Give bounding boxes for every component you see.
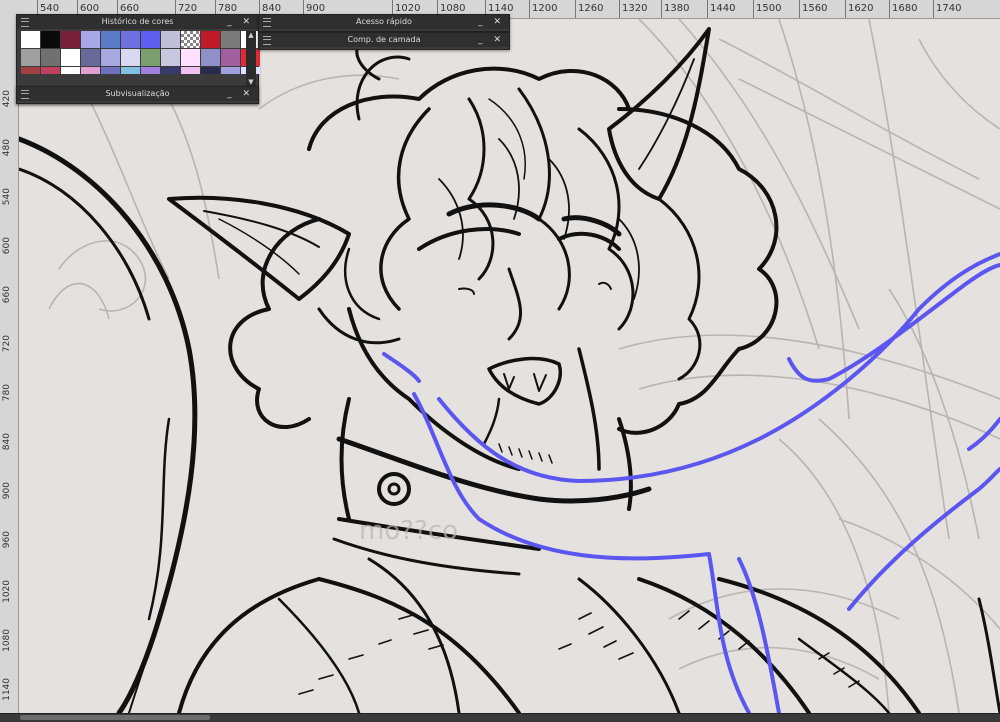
ruler-tick-label: 840 <box>258 0 282 18</box>
color-swatch[interactable] <box>101 31 120 48</box>
color-swatch[interactable] <box>201 31 220 48</box>
quick-access-titlebar[interactable]: Acesso rápido _ ✕ <box>259 15 509 29</box>
ruler-tick-label: 720 <box>2 335 12 353</box>
ruler-tick-label: 420 <box>2 90 12 108</box>
panel-window-buttons[interactable]: _ ✕ <box>478 33 505 47</box>
color-swatch[interactable] <box>141 49 160 66</box>
ruler-tick-label: 1560 <box>798 0 828 18</box>
ruler-tick-label: 840 <box>2 433 12 451</box>
ruler-tick-label: 960 <box>2 531 12 549</box>
ruler-tick-label: 540 <box>36 0 60 18</box>
color-swatch[interactable] <box>161 49 180 66</box>
color-swatch[interactable] <box>121 49 140 66</box>
ruler-tick-label: 1740 <box>932 0 962 18</box>
color-swatch[interactable] <box>21 49 40 66</box>
ruler-tick-label: 1440 <box>706 0 736 18</box>
ruler-tick-label: 1260 <box>574 0 604 18</box>
drawing-canvas[interactable]: mo??co <box>19 19 1000 713</box>
color-swatch[interactable] <box>161 31 180 48</box>
quick-access-panel[interactable]: Acesso rápido _ ✕ <box>258 14 510 32</box>
watermark: mo??co <box>359 516 458 546</box>
ruler-tick-label: 540 <box>2 188 12 206</box>
ruler-tick-label: 600 <box>76 0 100 18</box>
horizontal-scroll-thumb[interactable] <box>20 715 210 720</box>
color-swatch[interactable] <box>61 31 80 48</box>
color-swatch[interactable] <box>41 31 60 48</box>
color-swatch[interactable] <box>181 67 200 74</box>
ruler-tick-label: 1080 <box>2 629 12 652</box>
color-swatch[interactable] <box>61 67 80 74</box>
panel-window-buttons[interactable]: _ ✕ <box>478 15 505 29</box>
artwork: mo??co <box>19 19 1000 713</box>
color-swatch[interactable] <box>41 67 60 74</box>
color-history-titlebar[interactable]: Histórico de cores _ ✕ <box>17 15 258 29</box>
color-swatch[interactable] <box>21 67 40 74</box>
ruler-tick-label: 1020 <box>2 580 12 603</box>
ruler-tick-label: 480 <box>2 139 12 157</box>
color-swatch[interactable] <box>221 31 240 48</box>
panel-title: Subvisualização <box>105 89 170 98</box>
color-swatch[interactable] <box>201 49 220 66</box>
panel-title: Histórico de cores <box>101 17 174 26</box>
color-swatch[interactable] <box>101 49 120 66</box>
ruler-tick-label: 1200 <box>528 0 558 18</box>
vertical-ruler: 420 480 540 600 660 720 780 840 900 960 1020 1080 11… <box>0 18 19 713</box>
ruler-tick-label: 900 <box>302 0 326 18</box>
ruler-tick-label: 1680 <box>888 0 918 18</box>
swatch-scrollbar[interactable]: ▲ ▼ <box>246 31 256 87</box>
subview-titlebar[interactable]: Subvisualização _ ✕ <box>17 87 258 101</box>
color-swatch[interactable] <box>221 49 240 66</box>
color-swatch[interactable] <box>161 67 180 74</box>
ruler-tick-label: 780 <box>214 0 238 18</box>
color-swatch[interactable] <box>181 31 200 48</box>
ruler-tick-label: 1320 <box>618 0 648 18</box>
color-swatch[interactable] <box>141 67 160 74</box>
ruler-tick-label: 600 <box>2 237 12 255</box>
color-swatch-grid[interactable] <box>21 31 260 84</box>
ruler-tick-label: 720 <box>174 0 198 18</box>
color-swatch[interactable] <box>201 67 220 74</box>
color-swatch[interactable] <box>81 31 100 48</box>
layer-comp-titlebar[interactable]: Comp. de camada _ ✕ <box>259 33 509 47</box>
panel-menu-icon[interactable] <box>263 36 271 45</box>
panel-menu-icon[interactable] <box>21 18 29 27</box>
color-swatch[interactable] <box>41 49 60 66</box>
lineart-layer <box>19 27 1000 713</box>
color-swatch[interactable] <box>121 31 140 48</box>
color-swatch[interactable] <box>221 67 240 74</box>
layer-comp-panel[interactable]: Comp. de camada _ ✕ <box>258 32 510 50</box>
ruler-tick-label: 1620 <box>844 0 874 18</box>
color-swatch[interactable] <box>101 67 120 74</box>
panel-window-buttons[interactable]: _ ✕ <box>227 87 254 101</box>
panel-menu-icon[interactable] <box>21 90 29 99</box>
panel-menu-icon[interactable] <box>263 18 271 27</box>
subview-panel[interactable]: Subvisualização _ ✕ <box>16 86 259 104</box>
ruler-tick-label: 1140 <box>2 678 12 701</box>
color-swatch[interactable] <box>81 67 100 74</box>
panel-title: Comp. de camada <box>347 35 421 44</box>
ruler-tick-label: 1020 <box>391 0 421 18</box>
ruler-tick-label: 1140 <box>484 0 514 18</box>
color-swatch[interactable] <box>61 49 80 66</box>
color-swatch[interactable] <box>21 31 40 48</box>
ruler-tick-label: 660 <box>116 0 140 18</box>
ruler-tick-label: 660 <box>2 286 12 304</box>
color-swatch[interactable] <box>141 31 160 48</box>
ruler-tick-label: 780 <box>2 384 12 402</box>
ruler-tick-label: 1500 <box>752 0 782 18</box>
panel-title: Acesso rápido <box>356 17 412 26</box>
ruler-tick-label: 900 <box>2 482 12 500</box>
color-swatch[interactable] <box>81 49 100 66</box>
scroll-up-icon[interactable]: ▲ <box>246 31 256 40</box>
ruler-tick-label: 1080 <box>436 0 466 18</box>
ruler-tick-label: 1380 <box>660 0 690 18</box>
panel-window-buttons[interactable]: _ ✕ <box>227 15 254 29</box>
color-swatch[interactable] <box>121 67 140 74</box>
color-swatch[interactable] <box>181 49 200 66</box>
